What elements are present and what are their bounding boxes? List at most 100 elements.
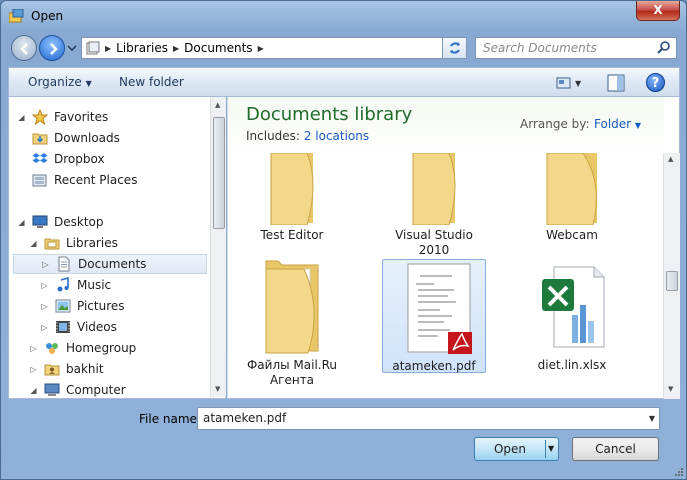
window-title: Open [31,9,64,23]
videos-icon [56,321,70,333]
collapse-triangle-icon[interactable]: ◢ [29,239,38,248]
nav-item-label: bakhit [66,362,104,376]
recent-places-icon [32,174,47,187]
new-folder-button[interactable]: New folder [119,75,184,89]
expand-triangle-icon[interactable]: ▷ [40,323,49,332]
nav-item-favorites[interactable]: ◢ Favorites [17,107,108,127]
nav-item-homegroup[interactable]: ▷ Homegroup [29,338,136,358]
nav-item-videos[interactable]: ▷ Videos [40,317,116,337]
breadcrumb-libraries[interactable]: Libraries [116,41,168,55]
expand-triangle-icon[interactable]: ▷ [29,365,38,374]
file-tile-diet-xlsx[interactable]: diet.lin.xlsx [520,259,624,373]
library-title: Documents library [246,104,413,125]
address-bar[interactable]: ▶ Libraries ▶ Documents ▶ ▼ [81,37,518,59]
folder-icon [270,152,314,226]
nav-item-label: Homegroup [66,341,137,355]
scroll-up-icon[interactable]: ▲ [668,155,673,163]
expand-triangle-icon[interactable]: ▷ [29,344,38,353]
nav-item-label: Libraries [66,236,118,250]
arrange-by-dropdown[interactable]: Folder ▼ [594,117,641,131]
collapse-triangle-icon[interactable]: ◢ [17,113,26,122]
collapse-triangle-icon[interactable]: ◢ [17,218,26,227]
file-name: diet.lin.xlsx [537,358,607,372]
expand-triangle-icon[interactable]: ▷ [40,281,49,290]
nav-item-label: Documents [78,257,147,271]
file-name-field[interactable]: atameken.pdf ▼ [197,407,660,430]
file-list-pane: Documents library Includes: 2 locations … [227,97,680,399]
nav-item-label: Favorites [54,110,109,124]
chevron-down-icon: ▼ [634,121,642,130]
content-scrollbar-thumb[interactable] [666,271,678,291]
file-tile-test-editor[interactable]: Test Editor [240,152,344,243]
change-view-button[interactable]: ▼ [556,74,586,92]
back-arrow-icon [20,43,28,55]
file-name: atameken.pdf [392,359,476,373]
help-button[interactable]: ? [646,73,665,92]
file-tile-atameken-pdf[interactable]: atameken.pdf [382,259,486,373]
nav-item-label: Computer [66,383,126,397]
open-options-dropdown-icon[interactable]: ▼ [548,444,554,453]
computer-icon [44,383,60,396]
scroll-down-icon[interactable]: ▼ [215,385,220,393]
collapse-triangle-icon[interactable]: ◢ [29,386,38,395]
expand-triangle-icon[interactable]: ▷ [40,302,49,311]
title-bar: Open X [1,1,686,31]
file-tile-mailru-agent[interactable]: Файлы Mail.Ru Агента [240,259,344,388]
star-icon [32,109,48,125]
locations-link[interactable]: 2 locations [304,129,369,143]
file-tile-webcam[interactable]: Webcam [520,152,624,243]
refresh-button[interactable] [442,37,467,59]
user-icon [44,364,60,376]
downloads-folder-icon [32,133,48,145]
cancel-button[interactable]: Cancel [572,437,659,461]
nav-item-computer[interactable]: ◢ Computer [29,380,126,400]
back-button[interactable] [11,35,37,61]
open-button[interactable]: Open ▼ [474,437,559,461]
nav-item-downloads[interactable]: Downloads [32,128,120,148]
library-includes: Includes: 2 locations [246,129,369,143]
nav-item-recent-places[interactable]: Recent Places [32,170,137,190]
open-dialog-window: Open X ▶ Libraries ▶ Documents ▶ ▼ Searc… [0,0,687,480]
libraries-icon [44,238,60,250]
app-icon [9,9,24,23]
folder-icon [546,152,597,226]
nav-item-desktop[interactable]: ◢ Desktop [17,212,103,232]
search-input[interactable]: Search Documents [475,37,677,59]
nav-item-libraries[interactable]: ◢ Libraries [29,233,118,253]
breadcrumb-separator-icon[interactable]: ▶ [258,44,264,53]
chevron-down-icon: ▼ [85,79,92,88]
preview-pane-icon[interactable] [607,74,625,92]
nav-item-bakhit[interactable]: ▷ bakhit [29,359,104,379]
nav-scrollbar-thumb[interactable] [213,117,225,229]
file-tile-visual-studio[interactable]: Visual Studio 2010 [382,152,486,258]
forward-arrow-icon [50,43,58,55]
close-button[interactable]: X [636,1,680,21]
scroll-up-icon[interactable]: ▲ [215,101,220,109]
nav-item-music[interactable]: ▷ Music [40,275,111,295]
file-name: Test Editor [260,228,324,242]
content-scrollbar[interactable]: ▲ ▼ [663,153,680,399]
file-name-dropdown-icon[interactable]: ▼ [649,408,655,429]
breadcrumb-separator-icon[interactable]: ▶ [173,44,179,53]
nav-scrollbar[interactable]: ▲ ▼ [210,97,226,397]
expand-triangle-icon[interactable]: ▷ [41,260,50,269]
resize-grip-icon[interactable] [674,467,684,477]
pictures-icon [55,299,71,313]
arrange-value: Folder [594,117,632,131]
file-name: Visual Studio 2010 [395,228,473,257]
open-button-label: Open [493,442,527,456]
excel-document-icon [542,266,605,348]
breadcrumb-documents[interactable]: Documents [184,41,252,55]
nav-item-pictures[interactable]: ▷ Pictures [40,296,124,316]
folder-icon [412,152,456,226]
recent-pages-chevron-icon[interactable] [67,43,77,53]
breadcrumb-separator-icon[interactable]: ▶ [105,44,111,53]
search-icon[interactable] [657,41,671,55]
nav-item-dropbox[interactable]: Dropbox [32,149,105,169]
file-name-value: atameken.pdf [203,411,287,425]
forward-button[interactable] [39,35,65,61]
scroll-down-icon[interactable]: ▼ [668,385,673,393]
nav-item-documents[interactable]: ▷ Documents [13,254,207,274]
organize-button[interactable]: Organize ▼ [28,75,92,89]
folder-icon [265,260,319,354]
